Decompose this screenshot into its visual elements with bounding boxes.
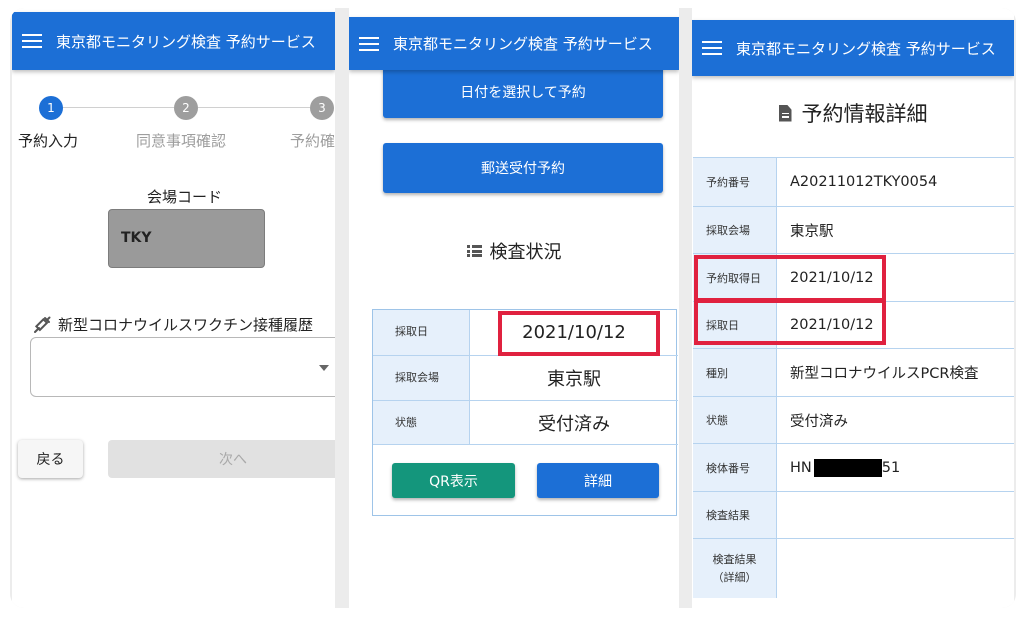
menu-icon[interactable] [22, 34, 42, 48]
highlight-box [694, 299, 886, 345]
step-1-label: 予約入力 [18, 132, 79, 150]
qr-display-button[interactable]: QR表示 [392, 463, 515, 498]
next-button[interactable]: 次へ [108, 440, 335, 478]
stepper-connector [198, 107, 310, 108]
specimen-number-suffix: 51 [881, 459, 901, 476]
detail-row: 検査結果 [693, 491, 1014, 538]
detail-row: 状態 受付済み [693, 396, 1014, 443]
app-bar: 東京都モニタリング検査 予約サービス [349, 17, 679, 70]
status-heading-text: 検査状況 [489, 242, 562, 263]
detail-row-key: 予約番号 [693, 158, 777, 206]
detail-row-value [790, 539, 1014, 598]
detail-row-value: 新型コロナウイルスPCR検査 [790, 366, 979, 382]
detail-row-value: 東京駅 [790, 223, 834, 240]
list-icon [466, 245, 482, 257]
back-button[interactable]: 戻る [18, 440, 83, 478]
status-row-key: 状態 [373, 401, 470, 444]
step-3-label: 予約確 [290, 132, 335, 150]
app-title: 東京都モニタリング検査 予約サービス [56, 32, 316, 51]
test-status-screen: 日付を選択して予約 東京都モニタリング検査 予約サービス 郵送受付予約 検査状況… [349, 8, 679, 608]
detail-title-text: 予約情報詳細 [801, 102, 928, 126]
detail-row-value: A20211012TKY0054 [790, 174, 938, 190]
detail-row-key: 種別 [693, 349, 777, 396]
reservation-input-screen: 東京都モニタリング検査 予約サービス 1 2 3 予約入力 同意事項確認 予約確… [12, 8, 335, 608]
step-2-indicator: 2 [174, 96, 198, 120]
status-row-key: 採取会場 [373, 356, 470, 400]
specimen-number-prefix: HN [790, 459, 812, 476]
step-2-label: 同意事項確認 [136, 132, 227, 150]
app-bar: 東京都モニタリング検査 予約サービス [12, 12, 335, 70]
status-row: 採取会場 東京駅 [373, 356, 678, 401]
status-row-value: 東京駅 [547, 369, 601, 390]
status-row-value: 受付済み [538, 413, 610, 435]
highlight-box [498, 311, 660, 356]
menu-icon[interactable] [359, 36, 379, 51]
reservation-detail-screen: 東京都モニタリング検査 予約サービス 予約情報詳細 予約番号 A20211012… [692, 8, 1014, 608]
screenshot-frame: 東京都モニタリング検査 予約サービス 1 2 3 予約入力 同意事項確認 予約確… [10, 8, 1016, 608]
detail-row: 予約番号 A20211012TKY0054 [693, 157, 1014, 206]
specimen-number: HN 51 [790, 444, 1014, 491]
mail-reserve-button[interactable]: 郵送受付予約 [383, 143, 663, 193]
app-bar: 東京都モニタリング検査 予約サービス [692, 20, 1014, 76]
detail-row-value [790, 492, 1014, 538]
detail-row: 検体番号 HN 51 [693, 443, 1014, 491]
detail-row-key: 状態 [693, 397, 777, 443]
date-reserve-button[interactable]: 日付を選択して予約 [383, 66, 663, 118]
status-heading: 検査状況 [349, 238, 679, 264]
app-title: 東京都モニタリング検査 予約サービス [393, 35, 653, 53]
detail-button[interactable]: 詳細 [537, 463, 659, 498]
detail-row-key: 検査結果 [693, 492, 777, 538]
detail-row-value: 受付済み [790, 413, 848, 430]
detail-row-key: 検体番号 [693, 444, 777, 491]
step-3-indicator: 3 [310, 96, 334, 120]
status-row-key: 採取日 [373, 310, 470, 355]
detail-row-key: 検査結果 （詳細） [693, 539, 777, 598]
stepper-connector [62, 107, 174, 108]
detail-row: 採取会場 東京駅 [693, 206, 1014, 253]
app-title: 東京都モニタリング検査 予約サービス [736, 39, 996, 58]
detail-row: 検査結果 （詳細） [693, 538, 1014, 598]
step-1-indicator: 1 [39, 96, 63, 120]
venue-code-label: 会場コード [146, 188, 222, 206]
document-icon [778, 104, 792, 122]
highlight-box [694, 255, 886, 302]
detail-title: 予約情報詳細 [692, 98, 1014, 128]
vaccine-history-select[interactable] [30, 337, 335, 397]
vaccine-history-label: 新型コロナウイルスワクチン接種履歴 [32, 314, 313, 335]
venue-code-field: TKY [108, 209, 265, 268]
menu-icon[interactable] [702, 41, 722, 55]
status-row: 状態 受付済み [373, 401, 678, 445]
detail-row: 種別 新型コロナウイルスPCR検査 [693, 348, 1014, 396]
vaccine-history-text: 新型コロナウイルスワクチン接種履歴 [58, 316, 314, 334]
detail-row-key: 採取会場 [693, 207, 777, 253]
syringe-icon [34, 316, 51, 333]
redaction-block [813, 458, 882, 477]
dropdown-caret-icon [319, 365, 329, 371]
